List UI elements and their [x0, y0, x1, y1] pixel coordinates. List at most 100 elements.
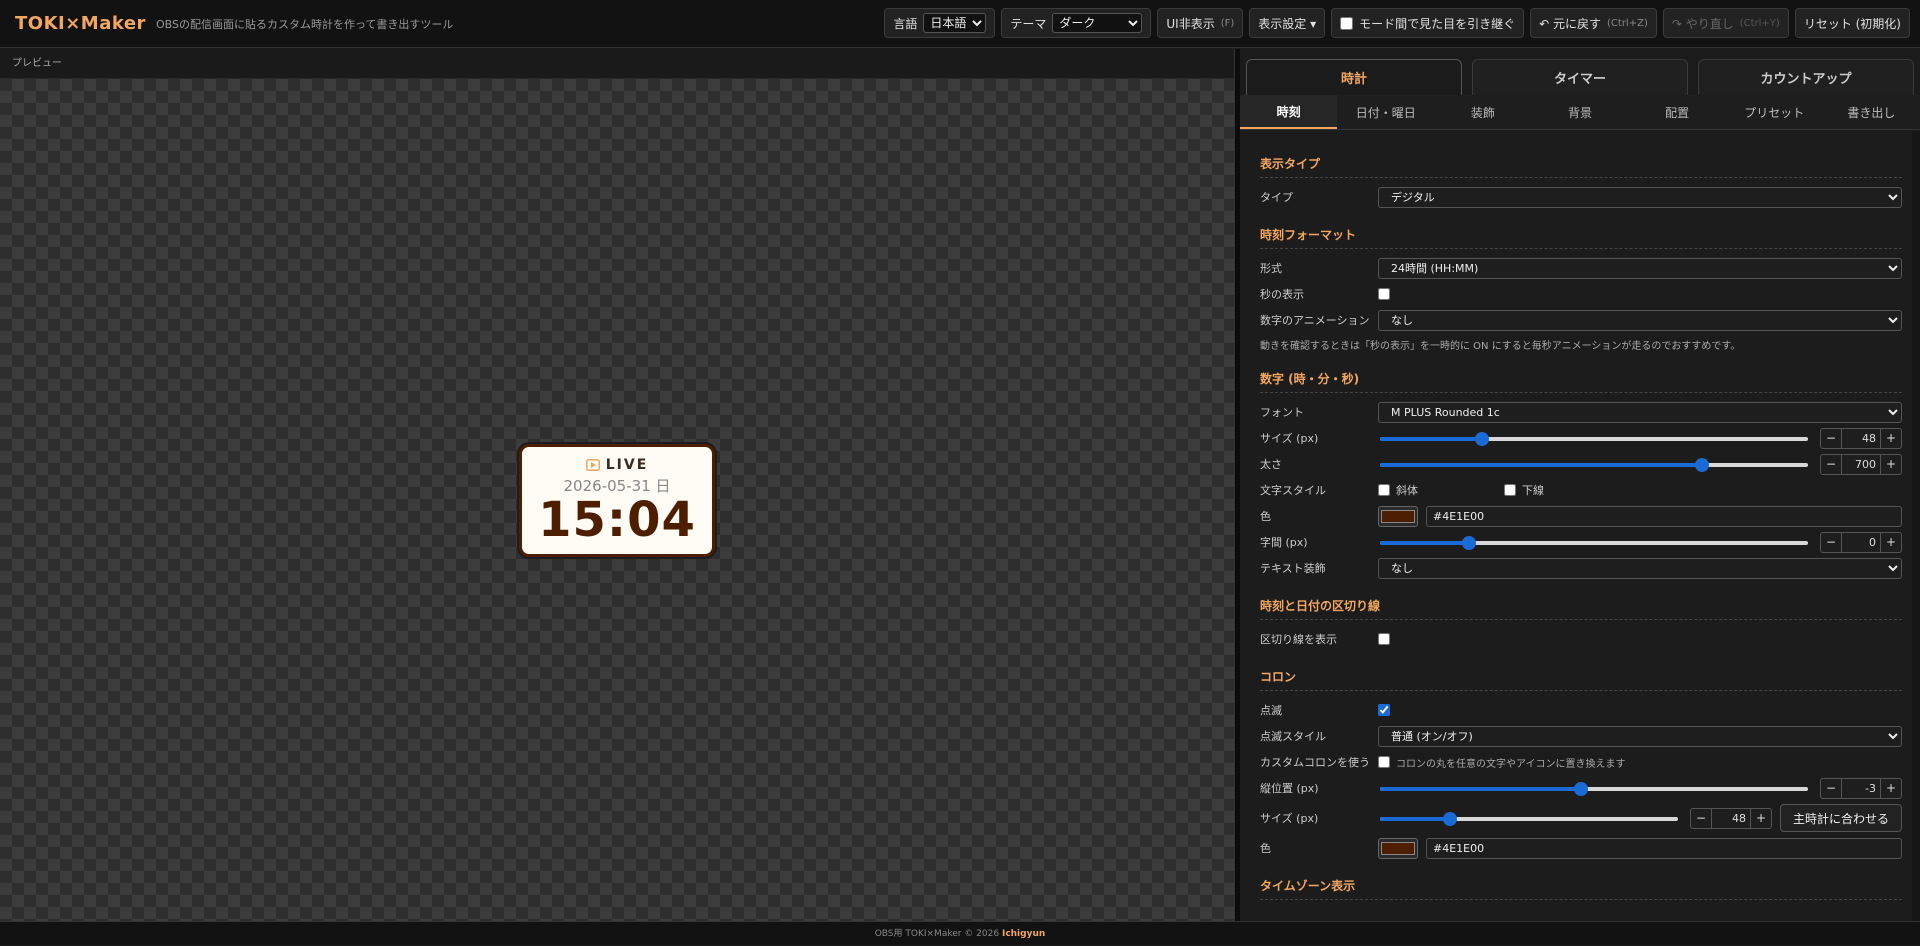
subtab-layout[interactable]: 配置	[1629, 95, 1726, 129]
blink-style-label: 点滅スタイル	[1260, 730, 1326, 743]
size-value[interactable]: 48	[1841, 428, 1881, 448]
inherit-look-label: モード間で見た目を引き継ぐ	[1359, 16, 1516, 31]
custom-colon-note: コロンの丸を任意の文字やアイコンに置き換えます	[1396, 758, 1626, 770]
settings-scrollbar[interactable]	[1912, 131, 1920, 921]
italic-toggle[interactable]: 斜体	[1378, 482, 1504, 498]
section-title: 時刻フォーマット	[1260, 226, 1902, 249]
weight-value[interactable]: 700	[1841, 454, 1881, 474]
colon-color-swatch[interactable]	[1378, 837, 1418, 859]
decoration-select[interactable]: なし	[1378, 557, 1902, 579]
animation-select[interactable]: なし	[1378, 309, 1902, 331]
clock-time: 15:04	[538, 492, 696, 548]
increment-button[interactable]: +	[1881, 779, 1901, 798]
language-select[interactable]: 日本語	[923, 13, 987, 33]
subtab-date[interactable]: 日付・曜日	[1337, 95, 1434, 129]
footer-author-link[interactable]: Ichigyun	[1002, 929, 1045, 939]
offset-slider[interactable]	[1378, 777, 1810, 799]
spacing-label: 字間 (px)	[1260, 536, 1308, 549]
display-settings-button[interactable]: 表示設定 ▾	[1249, 8, 1326, 38]
font-label: フォント	[1260, 406, 1304, 419]
clock-widget[interactable]: LIVE 2026-05-31 日 15:04	[519, 444, 715, 557]
subtab-background[interactable]: 背景	[1531, 95, 1628, 129]
weight-slider[interactable]	[1378, 453, 1810, 475]
top-bar: TOKI×Maker OBSの配信画面に貼るカスタム時計を作って書き出すツール …	[0, 0, 1920, 48]
size-slider[interactable]	[1378, 427, 1810, 449]
inherit-look-checkbox[interactable]	[1340, 16, 1354, 30]
custom-colon-checkbox[interactable]	[1378, 756, 1390, 768]
slider-thumb[interactable]	[1474, 432, 1489, 446]
custom-colon-label: カスタムコロンを使う	[1260, 756, 1370, 769]
undo-button[interactable]: ↶ 元に戻す (Ctrl+Z)	[1530, 8, 1657, 38]
section-title: 数字 (時・分・秒)	[1260, 370, 1902, 393]
live-text: LIVE	[605, 457, 649, 473]
redo-button[interactable]: ↷ やり直し (Ctrl+Y)	[1662, 8, 1789, 38]
subtab-export[interactable]: 書き出し	[1823, 95, 1920, 129]
tab-countup[interactable]: カウントアップ	[1698, 59, 1914, 95]
subtab-decoration[interactable]: 装飾	[1434, 95, 1531, 129]
inherit-look-toggle[interactable]: モード間で見た目を引き継ぐ	[1331, 8, 1525, 38]
blink-style-select[interactable]: 普通 (オン/オフ)	[1378, 725, 1902, 747]
slider-thumb[interactable]	[1574, 782, 1589, 796]
decrement-button[interactable]: −	[1691, 809, 1711, 828]
subtab-time[interactable]: 時刻	[1240, 95, 1338, 129]
colon-size-value[interactable]: 48	[1710, 808, 1751, 828]
blink-label: 点滅	[1260, 704, 1282, 717]
section-colon: コロン 点滅 点滅スタイル 普通 (オン/オフ) カスタムコロンを使う コロンの…	[1260, 668, 1902, 859]
italic-checkbox[interactable]	[1378, 484, 1390, 496]
decrement-button[interactable]: −	[1821, 455, 1841, 474]
hide-ui-label: UI非表示	[1166, 16, 1215, 31]
spacing-slider[interactable]	[1378, 531, 1810, 553]
section-title: 表示タイプ	[1260, 155, 1902, 178]
divider-checkbox[interactable]	[1378, 633, 1390, 645]
undo-label: ↶ 元に戻す	[1539, 16, 1602, 31]
slider-thumb[interactable]	[1443, 812, 1458, 826]
slider-thumb[interactable]	[1695, 458, 1709, 472]
slider-thumb[interactable]	[1461, 536, 1476, 550]
section-title: 時刻と日付の区切り線	[1260, 597, 1902, 620]
decrement-button[interactable]: −	[1821, 533, 1841, 552]
subtab-presets[interactable]: プリセット	[1726, 95, 1823, 129]
seconds-checkbox[interactable]	[1378, 288, 1390, 300]
underline-checkbox[interactable]	[1504, 484, 1516, 496]
animation-label: 数字のアニメーション	[1260, 314, 1370, 327]
blink-checkbox[interactable]	[1378, 704, 1390, 716]
fit-to-main-button[interactable]: 主時計に合わせる	[1779, 804, 1902, 832]
spacing-value[interactable]: 0	[1841, 532, 1881, 552]
footer-text: OBS用 TOKI×Maker © 2026	[874, 929, 1000, 939]
color-swatch[interactable]	[1378, 505, 1418, 527]
italic-label: 斜体	[1396, 484, 1418, 497]
section-divider: 時刻と日付の区切り線 区切り線を表示	[1260, 597, 1902, 650]
colon-color-hex-input[interactable]: #4E1E00	[1426, 837, 1902, 859]
tab-clock[interactable]: 時計	[1246, 59, 1462, 95]
type-select[interactable]: デジタル	[1378, 186, 1902, 208]
footer: OBS用 TOKI×Maker © 2026 Ichigyun	[0, 921, 1920, 945]
language-control: 言語 日本語	[884, 8, 996, 38]
colon-size-stepper: −48 +	[1689, 807, 1772, 829]
custom-colon-toggle[interactable]: コロンの丸を任意の文字やアイコンに置き換えます	[1378, 755, 1626, 770]
tab-timer[interactable]: タイマー	[1472, 59, 1688, 95]
increment-button[interactable]: +	[1881, 455, 1901, 474]
format-select[interactable]: 24時間 (HH:MM)	[1378, 257, 1902, 279]
offset-value[interactable]: -3	[1841, 778, 1881, 798]
color-chip	[1381, 841, 1415, 855]
increment-button[interactable]: +	[1751, 809, 1771, 828]
sub-tabs: 時刻 日付・曜日 装飾 背景 配置 プリセット 書き出し	[1240, 95, 1920, 130]
size-label: サイズ (px)	[1260, 432, 1319, 445]
increment-button[interactable]: +	[1881, 429, 1901, 448]
section-title: コロン	[1260, 668, 1902, 691]
colon-size-label: サイズ (px)	[1260, 812, 1319, 825]
weight-stepper: −700 +	[1820, 453, 1902, 475]
underline-toggle[interactable]: 下線	[1504, 482, 1544, 498]
reset-button[interactable]: リセット (初期化)	[1794, 8, 1910, 38]
section-title: タイムゾーン表示	[1260, 877, 1902, 900]
theme-select[interactable]: ダーク	[1052, 13, 1143, 33]
font-select[interactable]: M PLUS Rounded 1c	[1378, 401, 1902, 423]
increment-button[interactable]: +	[1881, 533, 1901, 552]
colon-size-slider[interactable]	[1378, 807, 1680, 829]
decrement-button[interactable]: −	[1821, 429, 1841, 448]
decrement-button[interactable]: −	[1821, 779, 1841, 798]
color-hex-input[interactable]: #4E1E00	[1426, 505, 1902, 527]
hide-ui-button[interactable]: UI非表示 (F)	[1157, 8, 1244, 38]
spacing-stepper: −0 +	[1820, 531, 1902, 553]
reset-label: リセット (初期化)	[1803, 16, 1901, 31]
